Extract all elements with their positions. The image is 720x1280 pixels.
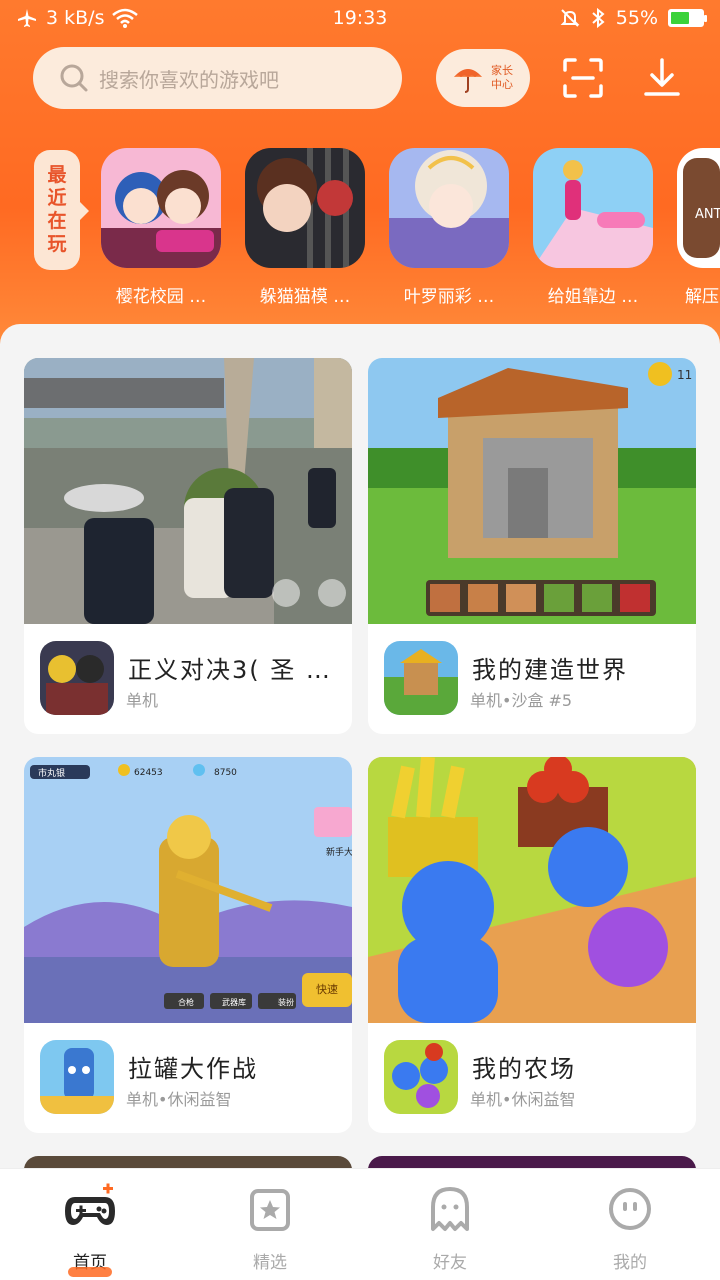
game-screenshot <box>24 358 352 624</box>
parent-center-label-1: 家长 <box>491 64 513 77</box>
tab-home[interactable]: 首页 <box>30 1183 150 1277</box>
status-bar: 3 kB/s 19:33 55% <box>0 0 720 38</box>
active-tab-indicator <box>68 1267 112 1277</box>
game-screenshot <box>368 757 696 1023</box>
game-category: 单机•沙盒 #5 <box>470 691 573 710</box>
gift-label: 新手大 <box>326 846 352 858</box>
tab-friends-label: 好友 <box>433 1253 467 1273</box>
scan-icon[interactable] <box>561 56 605 100</box>
recent-game[interactable]: 樱花校园 … <box>101 148 221 307</box>
parent-center-label-2: 中心 <box>491 78 513 91</box>
game-icon: ANT <box>677 148 720 268</box>
tab-featured[interactable]: 精选 <box>210 1183 330 1273</box>
game-title: 正义对决3( 圣 … <box>128 656 332 684</box>
gem-count: 8750 <box>214 768 237 778</box>
recent-game-name: 樱花校园 … <box>115 287 207 307</box>
game-title: 我的建造世界 <box>472 656 628 684</box>
game-card[interactable]: 11 我的建造世界 单机•沙盒 #5 <box>368 358 696 734</box>
battery-icon <box>668 9 707 27</box>
tab-featured-label: 精选 <box>253 1253 287 1273</box>
tab-profile-label: 我的 <box>613 1253 647 1273</box>
game-icon <box>384 1040 458 1114</box>
merge-gun-label: 合枪 <box>178 997 194 1007</box>
search-placeholder: 搜索你喜欢的游戏吧 <box>99 67 279 92</box>
bluetooth-icon <box>592 7 605 29</box>
game-category: 单机 <box>126 691 159 710</box>
recent-game-name: 给姐靠边 … <box>547 287 639 307</box>
coin-count: 11 <box>677 368 692 382</box>
game-icon <box>101 148 221 268</box>
armory-label: 武器库 <box>222 997 246 1007</box>
game-card[interactable]: 我的农场 单机•休闲益智 <box>368 757 696 1133</box>
recently-played-tag: 最 近 在 玩 <box>34 150 89 270</box>
game-icon <box>245 148 365 268</box>
game-screenshot: 市丸银 62453 8750 新手大 快速 合枪 武器库 装扮 <box>24 757 352 1023</box>
star-badge-icon <box>250 1189 290 1231</box>
game-category: 单机•休闲益智 <box>126 1090 232 1109</box>
game-icon <box>384 641 458 715</box>
umbrella-icon <box>454 69 482 93</box>
search-bar[interactable]: 搜索你喜欢的游戏吧 <box>33 47 402 109</box>
fast-button-label: 快速 <box>316 983 338 996</box>
game-icon <box>389 148 509 268</box>
face-icon <box>609 1188 651 1230</box>
game-icon <box>40 1040 114 1114</box>
svg-text:ANT: ANT <box>695 207 720 222</box>
game-card[interactable]: 正义对决3( 圣 … 单机 <box>24 358 352 734</box>
coin-count: 62453 <box>134 768 163 778</box>
recent-game-name: 解压 <box>685 287 719 307</box>
player-name: 市丸银 <box>38 767 65 779</box>
recent-game[interactable]: 给姐靠边 … <box>533 148 653 307</box>
game-category: 单机•休闲益智 <box>470 1090 576 1109</box>
search-icon <box>60 64 88 92</box>
tab-profile[interactable]: 我的 <box>570 1183 690 1273</box>
mute-bell-icon <box>560 9 580 27</box>
game-icon <box>40 641 114 715</box>
dressup-label: 装扮 <box>278 997 294 1007</box>
battery-percent: 55% <box>615 7 658 29</box>
tab-friends[interactable]: 好友 <box>390 1183 510 1273</box>
recent-game-name: 躲猫猫模 … <box>259 287 351 307</box>
game-screenshot: 11 <box>368 358 696 624</box>
bottom-nav: 首页 精选 好友 我的 <box>0 1168 720 1280</box>
game-title: 我的农场 <box>472 1055 576 1083</box>
ghost-icon <box>431 1187 469 1231</box>
gamepad-icon <box>65 1183 115 1225</box>
download-icon[interactable] <box>640 56 684 100</box>
recent-game[interactable]: 叶罗丽彩 … <box>389 148 509 307</box>
game-card[interactable]: 市丸银 62453 8750 新手大 快速 合枪 武器库 装扮 拉罐大作战 单机… <box>24 757 352 1133</box>
recent-game-name: 叶罗丽彩 … <box>403 287 495 307</box>
recent-game[interactable]: ANT 解压 <box>677 148 720 307</box>
game-title: 拉罐大作战 <box>128 1055 258 1083</box>
recent-game[interactable]: 躲猫猫模 … <box>245 148 365 307</box>
parent-center-button[interactable]: 家长 中心 <box>436 49 530 107</box>
game-icon <box>533 148 653 268</box>
